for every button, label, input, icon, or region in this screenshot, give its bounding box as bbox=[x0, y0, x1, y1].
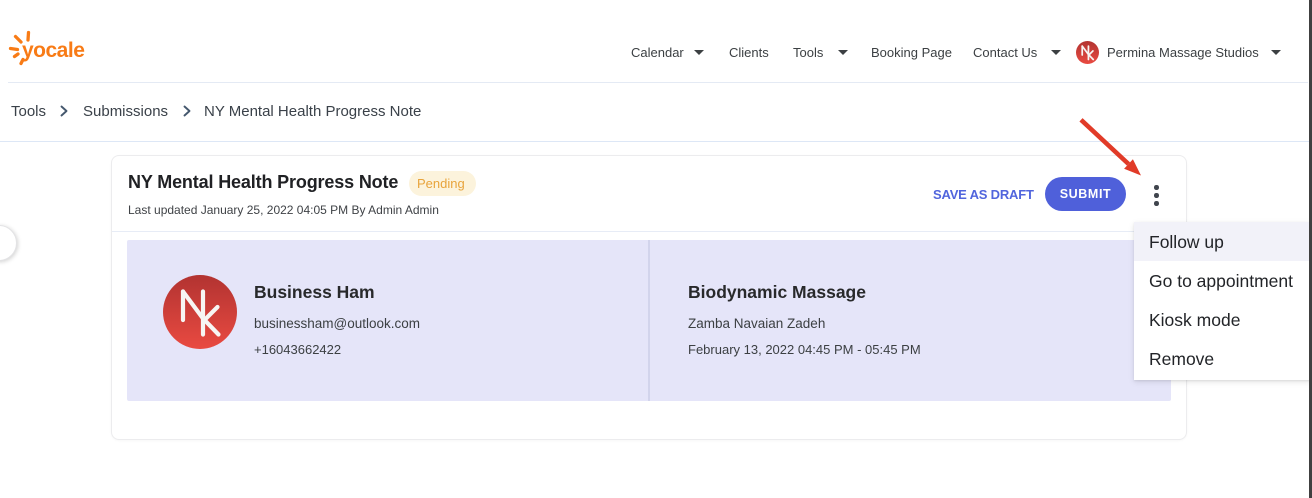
svg-text:yocale: yocale bbox=[22, 39, 84, 62]
